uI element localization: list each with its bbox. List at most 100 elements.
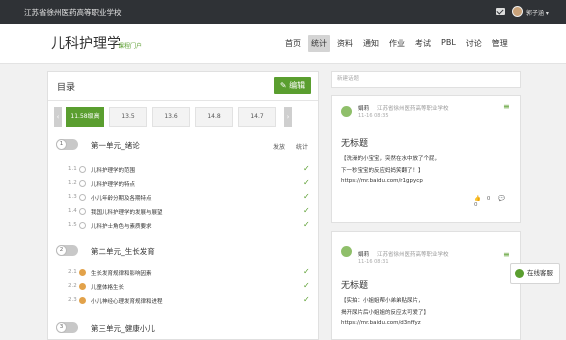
class-tab[interactable]: 13.5 [109, 107, 147, 127]
lesson-row[interactable]: 2.3 小儿神经心理发育规律和进程 ✓ [68, 295, 312, 306]
lesson-number: 2.3 [68, 297, 77, 303]
check-icon[interactable]: ✓ [303, 220, 310, 229]
comment-icon[interactable]: 💬 [498, 196, 505, 202]
post-link[interactable]: https://mr.baidu.com/r1gpycp [341, 178, 423, 184]
nav-homework[interactable]: 作业 [386, 35, 408, 52]
circle-icon [79, 208, 86, 215]
unit-name[interactable]: 第三单元_健康小儿 [91, 323, 155, 334]
unit-index: 1 [56, 139, 67, 150]
online-service-label: 在线客服 [527, 269, 553, 277]
lesson-number: 1.2 [68, 180, 77, 186]
lesson-title[interactable]: 儿科护理学的范围 [91, 166, 135, 174]
check-icon[interactable]: ✓ [303, 164, 310, 173]
like-count: 0 [486, 196, 491, 202]
post-author[interactable]: 娟莉 [358, 250, 369, 258]
lesson-row[interactable]: 1.5 儿科护士角色与素质要求 ✓ [68, 220, 312, 231]
post-text: 【实拍：小姐姐帮小弟弟贴尿片， [341, 298, 424, 304]
unit-toggle[interactable]: 3 [56, 322, 78, 333]
post-org: 江苏省徐州医药高等职业学校 [377, 106, 449, 112]
circle-icon [79, 166, 86, 173]
catalog-panel: 目录 ✎ 编辑 ‹ 11.58级高 13.5 13.6 14.8 14.7 › … [47, 71, 319, 340]
class-tabs: ‹ 11.58级高 13.5 13.6 14.8 14.7 › [54, 107, 294, 127]
unit-name[interactable]: 第二单元_生长发育 [91, 246, 155, 257]
lesson-title[interactable]: 小儿年龄分期及各期特点 [91, 194, 152, 202]
post-text: 【洗澡的小宝宝，突然在水中放了个屁， [341, 156, 441, 162]
class-tab[interactable]: 13.6 [152, 107, 190, 127]
lesson-title[interactable]: 生长发育规律和影响因素 [91, 269, 152, 277]
unit-name[interactable]: 第一单元_绪论 [91, 140, 140, 151]
course-title: 儿科护理学 [51, 36, 121, 52]
menu-icon[interactable]: ≡ [503, 102, 510, 111]
tabs-prev-icon[interactable]: ‹ [54, 107, 62, 127]
nav-exams[interactable]: 考试 [412, 35, 434, 52]
lesson-row[interactable]: 1.3 小儿年龄分期及各期特点 ✓ [68, 192, 312, 203]
user-menu[interactable]: 郭子涵 ▾ [526, 8, 549, 17]
post-title[interactable]: 无标题 [341, 278, 368, 291]
lesson-title[interactable]: 小儿神经心理发育规律和进程 [91, 297, 163, 305]
class-tab[interactable]: 14.7 [238, 107, 276, 127]
unit-toggle[interactable]: 2 [56, 245, 78, 256]
comment-count: 0 [474, 202, 478, 208]
check-icon[interactable]: ✓ [303, 178, 310, 187]
edit-button[interactable]: ✎ 编辑 [274, 77, 311, 94]
check-icon[interactable]: ✓ [303, 295, 310, 304]
post-link[interactable]: https://mr.baidu.com/d3nffyz [341, 320, 421, 326]
check-icon[interactable]: ✓ [303, 192, 310, 201]
lesson-title[interactable]: 我国儿科护理学的发展与展望 [91, 208, 163, 216]
nav-stats[interactable]: 统计 [308, 35, 330, 52]
post-stats: 👍 0 💬0 [474, 196, 520, 208]
new-topic-input[interactable]: 新建话题 [331, 71, 521, 88]
lesson-row[interactable]: 1.4 我国儿科护理学的发展与展望 ✓ [68, 206, 312, 217]
discussion-post: 娟莉 江苏省徐州医药高等职业学校 11-16 08:31 ≡ 无标题 【实拍：小… [331, 231, 521, 340]
lesson-row[interactable]: 2.1 生长发育规律和影响因素 ✓ [68, 267, 312, 278]
lesson-title[interactable]: 儿童体格生长 [91, 283, 124, 291]
lesson-title[interactable]: 儿科护理学的特点 [91, 180, 135, 188]
school-name[interactable]: 江苏省徐州医药高等职业学校 [24, 7, 122, 18]
unit-row: 1 第一单元_绪论 [56, 138, 306, 152]
post-date: 11-16 08:31 [358, 259, 389, 265]
lesson-number: 1.1 [68, 166, 77, 172]
unit-row: 3 第三单元_健康小儿 [56, 321, 306, 335]
check-icon[interactable]: ✓ [303, 206, 310, 215]
headset-icon [515, 269, 524, 278]
check-icon[interactable]: ✓ [303, 267, 310, 276]
lesson-number: 1.5 [68, 222, 77, 228]
course-portal-label: 课程门户 [118, 43, 143, 50]
nav-manage[interactable]: 管理 [489, 35, 511, 52]
avatar[interactable] [341, 106, 352, 117]
class-tab[interactable]: 14.8 [195, 107, 233, 127]
menu-icon[interactable]: ≡ [503, 250, 510, 259]
unit-index: 2 [56, 245, 67, 256]
mail-icon[interactable] [496, 8, 505, 15]
lesson-number: 1.3 [68, 194, 77, 200]
nav-discussion[interactable]: 讨论 [463, 35, 485, 52]
avatar[interactable] [341, 246, 352, 257]
lesson-row[interactable]: 1.2 儿科护理学的特点 ✓ [68, 178, 312, 189]
online-service-button[interactable]: 在线客服 [510, 263, 560, 284]
check-icon[interactable]: ✓ [303, 281, 310, 290]
circle-icon [79, 222, 86, 229]
circle-icon [79, 194, 86, 201]
unit-row: 2 第二单元_生长发育 [56, 244, 306, 258]
post-author[interactable]: 娟莉 [358, 104, 369, 112]
lesson-title[interactable]: 儿科护士角色与素质要求 [91, 222, 152, 230]
user-avatar[interactable] [512, 6, 523, 17]
class-tab[interactable]: 11.58级高 [66, 107, 104, 127]
lesson-row[interactable]: 2.2 儿童体格生长 ✓ [68, 281, 312, 292]
post-org: 江苏省徐州医药高等职业学校 [377, 252, 449, 258]
unit-index: 3 [56, 322, 67, 333]
circle-icon [79, 269, 86, 276]
tabs-next-icon[interactable]: › [284, 107, 292, 127]
post-text: 揭开尿片后小姐姐的反应太可爱了】 [341, 310, 430, 316]
nav-materials[interactable]: 资料 [334, 35, 356, 52]
post-title[interactable]: 无标题 [341, 136, 368, 149]
lesson-row[interactable]: 1.1 儿科护理学的范围 ✓ [68, 164, 312, 175]
nav-notices[interactable]: 通知 [360, 35, 382, 52]
unit-toggle[interactable]: 1 [56, 139, 78, 150]
nav-home[interactable]: 首页 [282, 35, 304, 52]
circle-icon [79, 283, 86, 290]
discussion-post: 娟莉 江苏省徐州医药高等职业学校 11-16 08:35 ≡ 无标题 【洗澡的小… [331, 95, 521, 223]
nav-pbl[interactable]: PBL [438, 35, 459, 52]
lesson-number: 2.2 [68, 283, 77, 289]
top-bar: 江苏省徐州医药高等职业学校 郭子涵 ▾ [0, 0, 566, 24]
